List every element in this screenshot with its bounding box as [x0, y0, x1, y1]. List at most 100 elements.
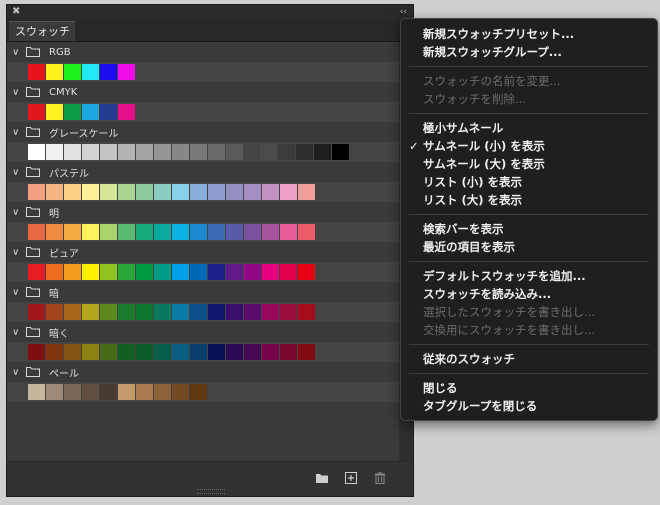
- swatch[interactable]: [100, 344, 117, 360]
- swatch[interactable]: [262, 304, 279, 320]
- swatch[interactable]: [64, 64, 81, 80]
- swatch[interactable]: [190, 144, 207, 160]
- menu-item[interactable]: 新規スウォッチプリセット...: [401, 25, 657, 43]
- swatch[interactable]: [280, 184, 297, 200]
- swatch[interactable]: [280, 224, 297, 240]
- swatch[interactable]: [136, 384, 153, 400]
- menu-item[interactable]: 従来のスウォッチ: [401, 350, 657, 368]
- swatch[interactable]: [298, 224, 315, 240]
- swatch[interactable]: [28, 264, 45, 280]
- swatch[interactable]: [226, 264, 243, 280]
- menu-item[interactable]: ✓ サムネール (小) を表示: [401, 137, 657, 155]
- swatch-group-header[interactable]: ∨ RGB: [7, 42, 399, 62]
- swatch[interactable]: [244, 184, 261, 200]
- swatch[interactable]: [262, 224, 279, 240]
- swatch[interactable]: [118, 104, 135, 120]
- chevron-down-icon[interactable]: ∨: [12, 47, 26, 58]
- menu-item[interactable]: スウォッチを読み込み...: [401, 285, 657, 303]
- swatch[interactable]: [46, 304, 63, 320]
- swatch[interactable]: [226, 304, 243, 320]
- swatch[interactable]: [226, 344, 243, 360]
- swatch-group-header[interactable]: ∨ パステル: [7, 162, 399, 182]
- swatch[interactable]: [46, 224, 63, 240]
- swatch[interactable]: [100, 184, 117, 200]
- tab-swatches[interactable]: スウォッチ: [9, 21, 75, 41]
- swatch[interactable]: [136, 184, 153, 200]
- swatch[interactable]: [64, 344, 81, 360]
- swatch[interactable]: [46, 384, 63, 400]
- trash-icon[interactable]: [373, 472, 387, 484]
- swatch-group-header[interactable]: ∨ ピュア: [7, 242, 399, 262]
- swatch[interactable]: [46, 344, 63, 360]
- swatch[interactable]: [82, 344, 99, 360]
- chevron-down-icon[interactable]: ∨: [12, 87, 26, 98]
- swatch[interactable]: [296, 144, 313, 160]
- swatch[interactable]: [172, 224, 189, 240]
- swatch[interactable]: [136, 144, 153, 160]
- swatch[interactable]: [64, 184, 81, 200]
- swatch[interactable]: [244, 224, 261, 240]
- swatch[interactable]: [28, 144, 45, 160]
- swatch[interactable]: [208, 224, 225, 240]
- menu-item[interactable]: デフォルトスウォッチを追加...: [401, 267, 657, 285]
- swatch[interactable]: [28, 224, 45, 240]
- swatch[interactable]: [82, 304, 99, 320]
- swatch[interactable]: [46, 184, 63, 200]
- resize-grip[interactable]: [197, 489, 225, 494]
- close-icon[interactable]: ✖: [12, 5, 20, 19]
- swatch[interactable]: [46, 144, 63, 160]
- swatch[interactable]: [172, 344, 189, 360]
- menu-item[interactable]: リスト (小) を表示: [401, 173, 657, 191]
- new-group-icon[interactable]: [315, 472, 329, 484]
- swatch[interactable]: [118, 184, 135, 200]
- swatch[interactable]: [226, 224, 243, 240]
- swatch[interactable]: [208, 184, 225, 200]
- chevron-down-icon[interactable]: ∨: [12, 327, 26, 338]
- swatch[interactable]: [154, 304, 171, 320]
- swatch[interactable]: [154, 224, 171, 240]
- swatch[interactable]: [28, 384, 45, 400]
- swatch[interactable]: [298, 184, 315, 200]
- swatch[interactable]: [154, 184, 171, 200]
- menu-item[interactable]: 閉じる: [401, 379, 657, 397]
- swatch[interactable]: [46, 64, 63, 80]
- swatch[interactable]: [190, 344, 207, 360]
- swatch[interactable]: [260, 144, 277, 160]
- swatch[interactable]: [118, 224, 135, 240]
- swatch[interactable]: [64, 264, 81, 280]
- swatch[interactable]: [314, 144, 331, 160]
- swatch[interactable]: [280, 264, 297, 280]
- swatch[interactable]: [172, 184, 189, 200]
- swatch[interactable]: [46, 104, 63, 120]
- swatch[interactable]: [118, 384, 135, 400]
- swatch[interactable]: [82, 104, 99, 120]
- swatch[interactable]: [190, 384, 207, 400]
- swatch[interactable]: [28, 64, 45, 80]
- swatch[interactable]: [172, 144, 189, 160]
- swatch[interactable]: [244, 344, 261, 360]
- swatch[interactable]: [172, 304, 189, 320]
- swatch[interactable]: [64, 304, 81, 320]
- new-swatch-icon[interactable]: [344, 472, 358, 484]
- swatch-group-header[interactable]: ∨ 明: [7, 202, 399, 222]
- swatch-group-header[interactable]: ∨ 暗く: [7, 322, 399, 342]
- swatch[interactable]: [298, 304, 315, 320]
- swatch[interactable]: [244, 264, 261, 280]
- swatch[interactable]: [100, 224, 117, 240]
- swatch[interactable]: [172, 264, 189, 280]
- swatch[interactable]: [154, 264, 171, 280]
- swatch[interactable]: [118, 264, 135, 280]
- swatch[interactable]: [190, 184, 207, 200]
- swatch[interactable]: [100, 304, 117, 320]
- swatch[interactable]: [208, 144, 225, 160]
- menu-item[interactable]: 新規スウォッチグループ...: [401, 43, 657, 61]
- swatch[interactable]: [136, 304, 153, 320]
- swatch[interactable]: [82, 184, 99, 200]
- swatch[interactable]: [298, 344, 315, 360]
- swatch[interactable]: [28, 184, 45, 200]
- chevron-down-icon[interactable]: ∨: [12, 207, 26, 218]
- swatch[interactable]: [28, 304, 45, 320]
- swatch[interactable]: [118, 64, 135, 80]
- swatch[interactable]: [172, 384, 189, 400]
- swatch[interactable]: [244, 304, 261, 320]
